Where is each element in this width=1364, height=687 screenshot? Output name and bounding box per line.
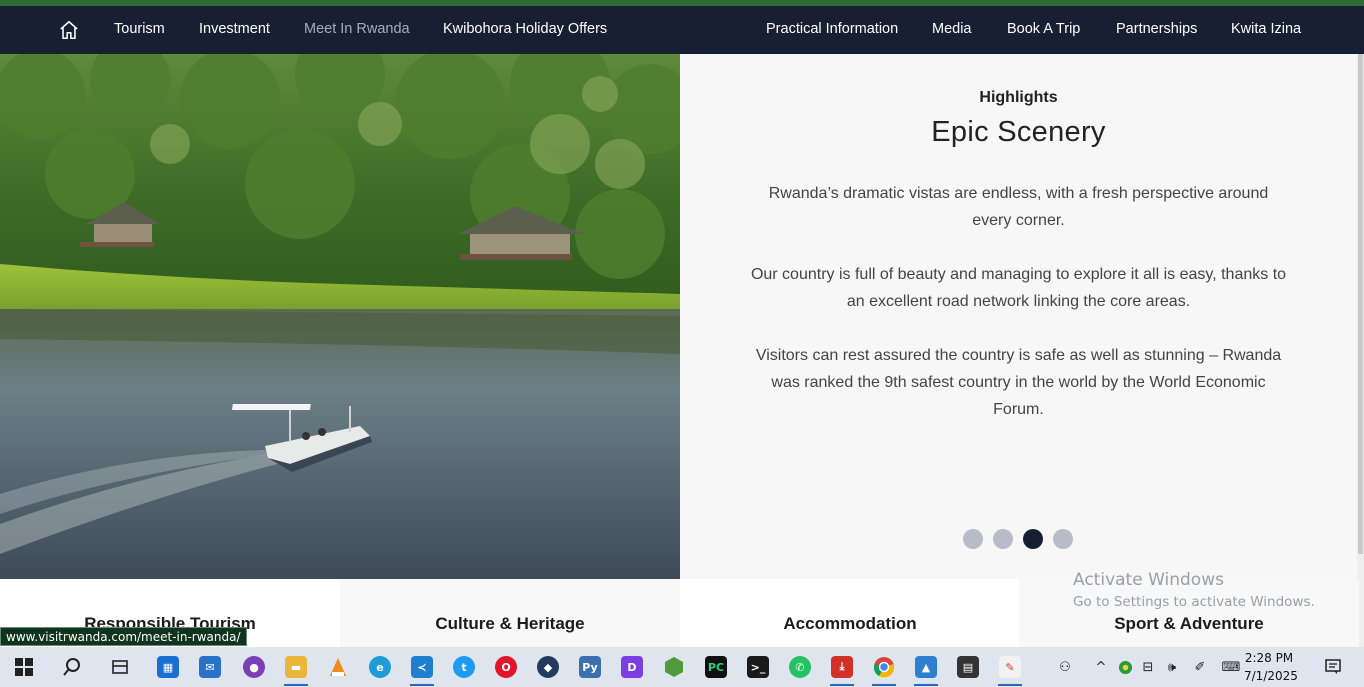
- python-icon[interactable]: Py: [570, 647, 610, 687]
- notifications-icon[interactable]: [1322, 647, 1344, 687]
- edge-icon[interactable]: e: [360, 647, 400, 687]
- keyboard-icon[interactable]: ⌨: [1218, 647, 1244, 687]
- highlight-description: Rwanda’s dramatic vistas are endless, wi…: [750, 180, 1287, 450]
- carousel-dot-1[interactable]: [963, 529, 983, 549]
- windows-start-icon[interactable]: [4, 647, 44, 687]
- nav-item-partnerships[interactable]: Partnerships: [1116, 21, 1197, 37]
- highlights-label: Highlights: [979, 89, 1058, 106]
- pycharm-icon[interactable]: PC: [696, 647, 736, 687]
- clapper-icon[interactable]: ▤: [948, 647, 988, 687]
- card-culture-heritage[interactable]: Culture & Heritage: [340, 579, 680, 647]
- microsoft-store-icon[interactable]: ▦: [148, 647, 188, 687]
- chrome-icon[interactable]: [864, 647, 904, 687]
- system-clock[interactable]: 2:28 PM 7/1/2025: [1244, 649, 1298, 685]
- clock-time: 2:28 PM: [1244, 651, 1294, 665]
- nav-item-media[interactable]: Media: [932, 21, 972, 37]
- card-label: Accommodation: [783, 614, 917, 633]
- terminal-icon[interactable]: >_: [738, 647, 778, 687]
- people-icon[interactable]: ⚇: [1054, 647, 1076, 687]
- pdf-icon[interactable]: ⤓: [822, 647, 862, 687]
- highlight-paragraph: Our country is full of beauty and managi…: [750, 266, 1287, 310]
- highlight-title: Epic Scenery: [931, 116, 1106, 148]
- nav-item-book-a-trip[interactable]: Book A Trip: [1007, 21, 1080, 37]
- network-icon[interactable]: ⊟: [1138, 647, 1158, 687]
- dpanel-icon[interactable]: D: [612, 647, 652, 687]
- task-view-icon[interactable]: [100, 647, 140, 687]
- nav-item-investment[interactable]: Investment: [199, 21, 270, 37]
- paint-icon[interactable]: ✎: [990, 647, 1030, 687]
- file-explorer-icon[interactable]: ▬: [276, 647, 316, 687]
- nav-item-practical-information[interactable]: Practical Information: [766, 21, 898, 37]
- card-label: Sport & Adventure: [1114, 614, 1264, 633]
- hero-scenery-image: [0, 54, 680, 579]
- nav-item-tourism[interactable]: Tourism: [114, 21, 165, 37]
- scrollbar-thumb[interactable]: [1358, 54, 1363, 554]
- home-icon[interactable]: [58, 19, 80, 41]
- highlight-paragraph: Rwanda’s dramatic vistas are endless, wi…: [768, 185, 1269, 229]
- nodejs-icon[interactable]: [654, 647, 694, 687]
- github-icon[interactable]: ●: [234, 647, 274, 687]
- chevron-up-icon[interactable]: ^: [1092, 647, 1110, 687]
- pen-icon[interactable]: ✐: [1190, 647, 1210, 687]
- carousel-dot-2[interactable]: [993, 529, 1013, 549]
- opera-icon[interactable]: O: [486, 647, 526, 687]
- page-scrollbar[interactable]: [1357, 54, 1364, 647]
- carousel-dot-4[interactable]: [1053, 529, 1073, 549]
- card-accommodation[interactable]: Accommodation: [680, 579, 1020, 647]
- carousel-dot-3[interactable]: [1023, 529, 1043, 549]
- nav-item-kwibohora-holiday-offers[interactable]: Kwibohora Holiday Offers: [443, 21, 607, 37]
- whatsapp-icon[interactable]: ✆: [780, 647, 820, 687]
- antivirus-tray-icon[interactable]: [1116, 647, 1134, 687]
- card-label: Culture & Heritage: [435, 614, 585, 633]
- game-icon[interactable]: ◆: [528, 647, 568, 687]
- activate-windows-watermark: Activate Windows Go to Settings to activ…: [1073, 570, 1315, 610]
- highlight-paragraph: Visitors can rest assured the country is…: [755, 347, 1282, 418]
- search-icon[interactable]: [52, 647, 92, 687]
- main-navigation: Tourism Investment Meet In Rwanda Kwiboh…: [0, 6, 1364, 54]
- twitter-icon[interactable]: t: [444, 647, 484, 687]
- windows-taskbar: ▦ ✉ ● ▬ e ≺ t O ◆ Py D PC >_ ✆ ⤓ ▲ ▤ ✎ ⚇…: [0, 647, 1364, 687]
- clock-date: 7/1/2025: [1244, 669, 1298, 683]
- vlc-icon[interactable]: [318, 647, 358, 687]
- nav-item-kwita-izina[interactable]: Kwita Izina: [1231, 21, 1301, 37]
- highlights-panel: Highlights Epic Scenery Rwanda’s dramati…: [680, 54, 1357, 579]
- nav-item-meet-in-rwanda[interactable]: Meet In Rwanda: [304, 21, 410, 37]
- watermark-subtitle: Go to Settings to activate Windows.: [1073, 594, 1315, 610]
- volume-icon[interactable]: 🕪: [1162, 647, 1182, 687]
- status-bar-url: www.visitrwanda.com/meet-in-rwanda/: [0, 627, 247, 646]
- photos-icon[interactable]: ▲: [906, 647, 946, 687]
- mail-icon[interactable]: ✉: [190, 647, 230, 687]
- watermark-title: Activate Windows: [1073, 570, 1224, 590]
- vscode-icon[interactable]: ≺: [402, 647, 442, 687]
